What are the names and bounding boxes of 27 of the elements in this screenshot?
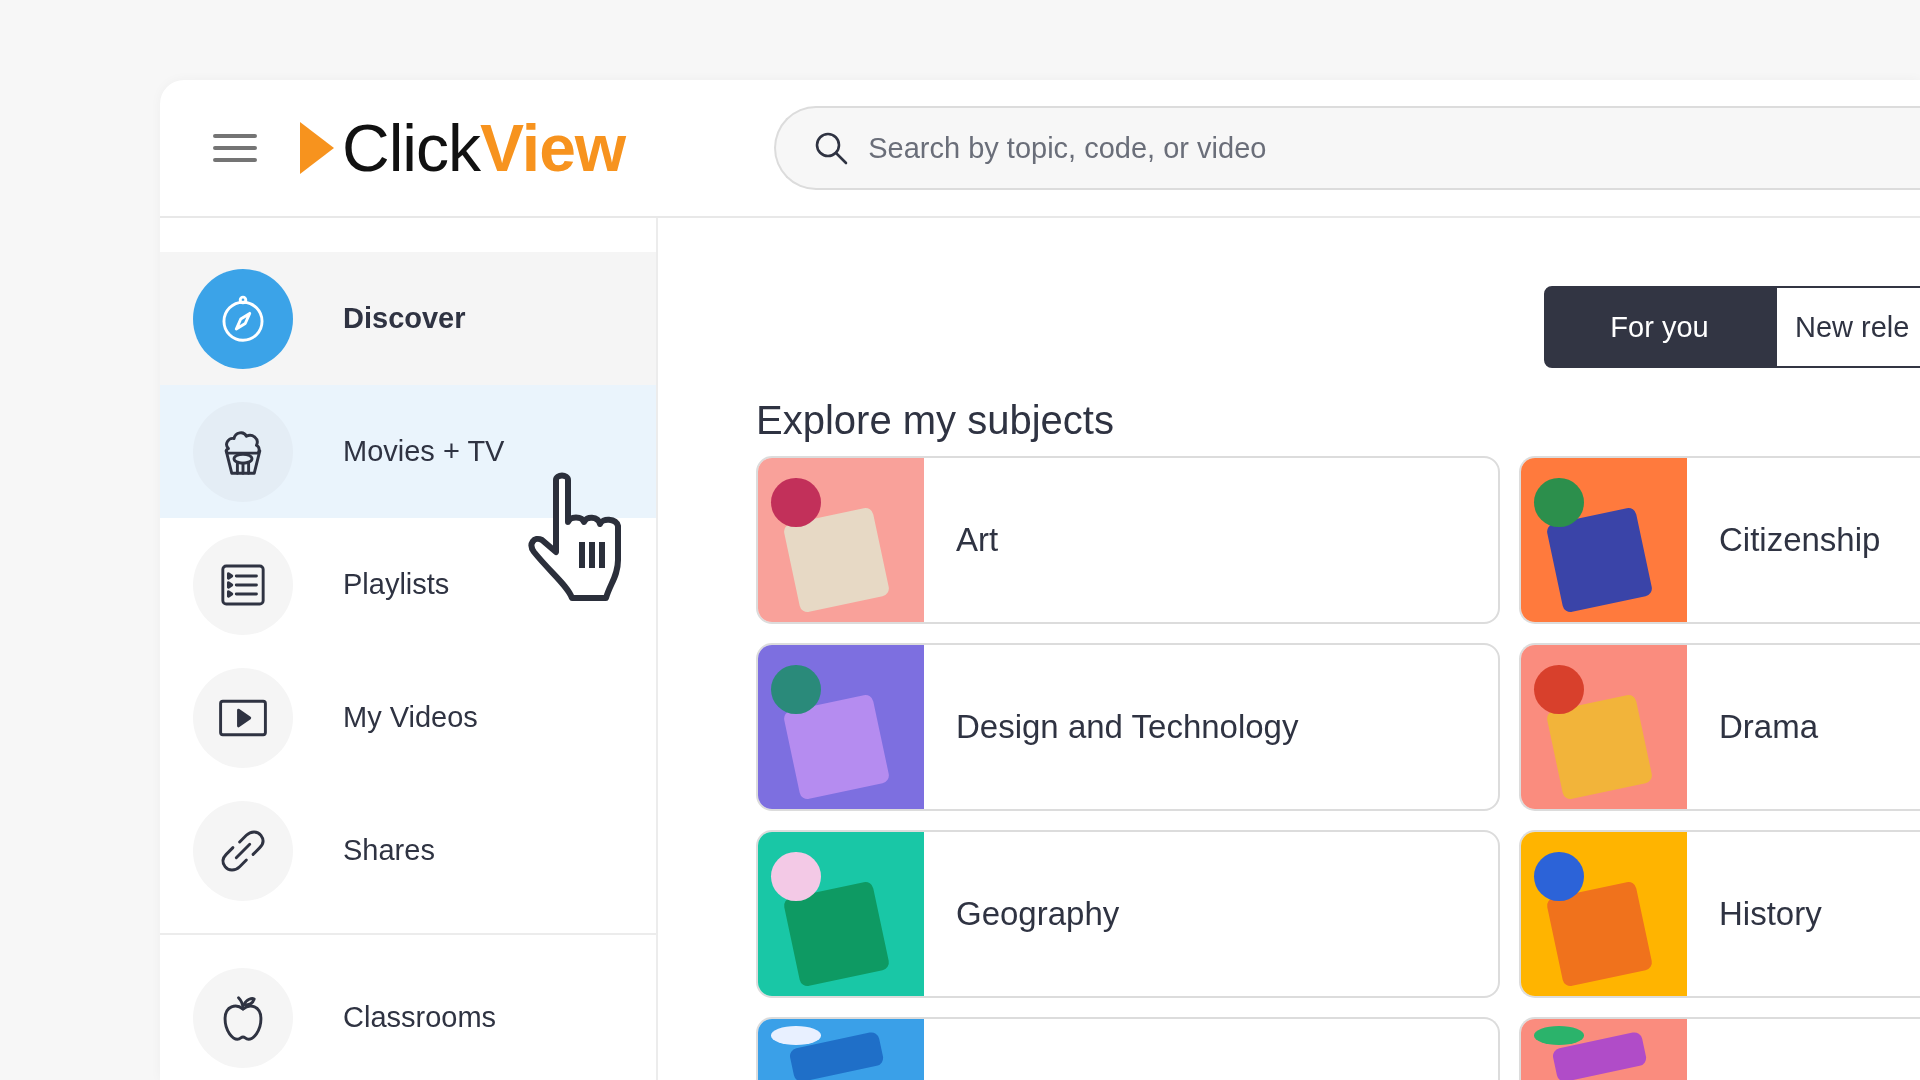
sidebar-item[interactable]: Classrooms (160, 951, 656, 1080)
subject-name: Design and Technology (956, 708, 1299, 746)
subject-card[interactable]: Art (756, 456, 1500, 624)
subject-card[interactable] (1519, 1017, 1920, 1080)
sidebar-item[interactable]: Movies + TV (160, 385, 656, 518)
subject-card[interactable]: History (1519, 830, 1920, 998)
subject-name: History (1719, 895, 1822, 933)
sidebar-item[interactable]: My Videos (160, 651, 656, 784)
subject-name: Geography (956, 895, 1120, 933)
sidebar-item[interactable]: Discover (160, 252, 656, 385)
menu-icon[interactable] (213, 133, 257, 163)
subject-name: Citizenship (1719, 521, 1881, 559)
subject-card[interactable]: Citizenship (1519, 456, 1920, 624)
sidebar-item[interactable]: Playlists (160, 518, 656, 651)
subject-name: Drama (1719, 708, 1819, 746)
search-field[interactable]: Search by topic, code, or video (774, 106, 1920, 190)
tab[interactable]: New rele (1775, 286, 1920, 368)
section-heading: Explore my subjects (756, 398, 1115, 442)
subject-card[interactable] (756, 1017, 1500, 1080)
app-logo[interactable]: ClickView (300, 115, 626, 181)
subject-card[interactable]: Design and Technology (756, 643, 1500, 811)
subject-name: Art (956, 521, 999, 559)
tab[interactable]: For you (1544, 286, 1775, 368)
sidebar-item[interactable]: Shares (160, 784, 656, 917)
subject-card[interactable]: Geography (756, 830, 1500, 998)
subject-card[interactable]: Drama (1519, 643, 1920, 811)
search-icon (814, 131, 849, 165)
